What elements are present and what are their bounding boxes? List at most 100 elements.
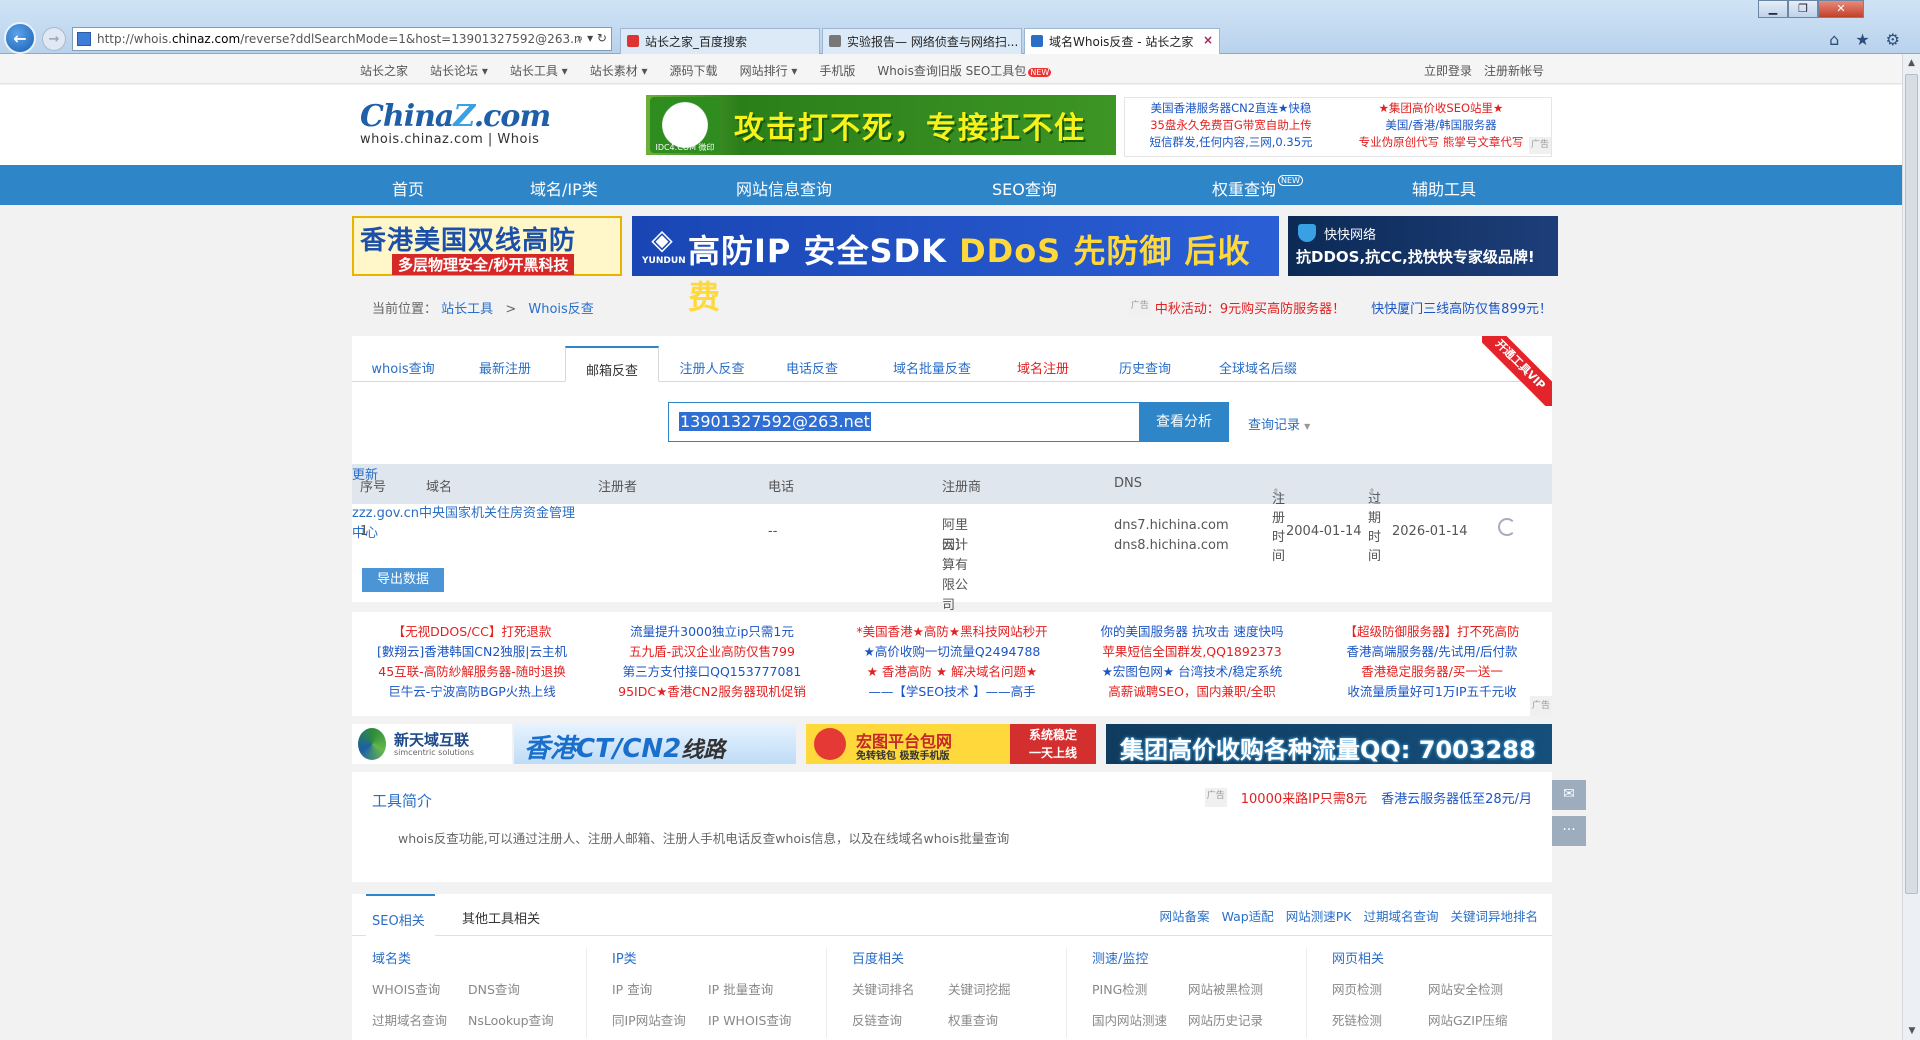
tab-whois-query[interactable]: whois查询	[352, 346, 454, 382]
text-ad-link[interactable]: 35盘永久免费百G带宽自助上传	[1131, 117, 1331, 134]
settings-gear-icon[interactable]: ⚙	[1886, 30, 1900, 49]
text-ad-link[interactable]: 10000来路IP只需8元	[1241, 788, 1367, 807]
quick-link[interactable]: 过期域名查询	[1363, 906, 1438, 925]
tool-link[interactable]: WHOIS查询	[372, 979, 468, 998]
topbar-link[interactable]: 站长之家	[360, 62, 408, 79]
banner-ad-yundun[interactable]: ◈ YUNDUN 高防IP 安全SDK DDoS 先防御 后收费	[632, 216, 1279, 316]
text-ad-link[interactable]: 香港云服务器低至28元/月	[1381, 788, 1532, 807]
address-search-refresh-icons[interactable]: ⌕ ▾ ↻	[577, 31, 607, 46]
tab-close-icon[interactable]: ×	[1203, 33, 1213, 47]
text-ad-link[interactable]: 95IDC★香港CN2服务器现机促销	[592, 682, 832, 702]
tab-email-reverse[interactable]: 邮箱反查	[565, 346, 659, 382]
text-ad-link[interactable]: 第三方支付接口QQ153777081	[592, 662, 832, 682]
tab-batch-reverse[interactable]: 域名批量反查	[872, 346, 992, 382]
logo-ad-simcentric[interactable]: 新天域互联 simcentric solutions	[352, 724, 512, 764]
text-ad-link[interactable]: 45互联-高防紗解服务器-随时退换	[352, 662, 592, 682]
tool-link[interactable]: 国内网站测速	[1092, 1010, 1188, 1029]
scroll-thumb[interactable]	[1905, 74, 1918, 894]
nav-weight[interactable]: 权重查询 NEW	[1212, 175, 1303, 200]
text-ad-link[interactable]: 专业伪原创代写 熊掌号文章代写	[1341, 134, 1541, 151]
search-input[interactable]: 13901327592@263.net	[668, 402, 1141, 442]
text-ad-link[interactable]: 高薪诚聘SEO，国内兼职/全职	[1072, 682, 1312, 702]
text-ad-link[interactable]: ★集团高价收SEO站里★	[1341, 100, 1541, 117]
minimize-button[interactable]: ▁	[1758, 0, 1788, 18]
tool-link[interactable]: PING检测	[1092, 979, 1188, 998]
tool-link[interactable]: 网站GZIP压缩	[1428, 1010, 1528, 1029]
tool-link[interactable]: IP WHOIS查询	[708, 1010, 808, 1029]
refresh-icon[interactable]	[1498, 518, 1516, 536]
tool-link[interactable]: 关键词排名	[852, 979, 948, 998]
tool-link[interactable]: 权重查询	[948, 1010, 1048, 1029]
tool-link[interactable]: 反链查询	[852, 1010, 948, 1029]
feedback-icon[interactable]: ✉	[1552, 780, 1586, 810]
scroll-up-icon[interactable]: ▲	[1903, 54, 1920, 72]
page-scrollbar[interactable]: ▲ ▼	[1902, 54, 1920, 1040]
export-button[interactable]: 导出数据	[362, 568, 444, 592]
quick-link[interactable]: 网站测速PK	[1286, 906, 1352, 925]
tool-link[interactable]: 死链检测	[1332, 1010, 1428, 1029]
tool-link[interactable]: NsLookup查询	[468, 1010, 568, 1029]
text-ad-link[interactable]: 五九盾-武汉企业高防仅售799	[592, 642, 832, 662]
text-ad-link[interactable]: ★高价收购一切流量Q2494788	[832, 642, 1072, 662]
tool-link[interactable]: IP 批量查询	[708, 979, 808, 998]
tab-global-suffix[interactable]: 全球域名后缀	[1196, 346, 1320, 382]
query-history-dropdown[interactable]: 查询记录 ▼	[1248, 414, 1310, 433]
favorites-star-icon[interactable]: ★	[1855, 30, 1869, 49]
row-domain-link[interactable]: zzz.gov.cn	[352, 506, 419, 521]
forward-button[interactable]: →	[42, 27, 66, 51]
tab-registrant-reverse[interactable]: 注册人反查	[660, 346, 764, 382]
text-ad-link[interactable]: ★宏图包网★ 台湾技术/稳定系统	[1072, 662, 1312, 682]
breadcrumb-link[interactable]: Whois反查	[528, 302, 593, 317]
text-ad-link[interactable]: 美国香港服务器CN2直连★快稳	[1131, 100, 1331, 117]
header-banner-ad[interactable]: IDC4.COM 微印 攻击打不死，专接扛不住	[646, 95, 1116, 155]
tool-link[interactable]: 同IP网站查询	[612, 1010, 708, 1029]
close-window-button[interactable]: ✕	[1818, 0, 1864, 18]
nav-home[interactable]: 首页	[392, 176, 424, 200]
tool-link[interactable]: 网页检测	[1332, 979, 1428, 998]
nav-tools[interactable]: 辅助工具	[1412, 176, 1476, 200]
text-ad-link[interactable]: 流量提升3000独立ip只需1元	[592, 622, 832, 642]
tool-link[interactable]: 关键词挖掘	[948, 979, 1048, 998]
quick-link[interactable]: 网站备案	[1160, 906, 1210, 925]
logo-ad-hongtu[interactable]: 宏图平台包网 免转钱包 极致手机版 系统稳定 一天上线	[806, 724, 1096, 764]
text-ad-link[interactable]: 香港高端服务器/先试用/后付款	[1312, 642, 1552, 662]
text-ad-link[interactable]: 苹果短信全国群发,QQ1892373	[1072, 642, 1312, 662]
text-ad-link[interactable]: ★ 香港高防 ★ 解决域名问题★	[832, 662, 1072, 682]
text-ad-link[interactable]: ——【学SEO技术 】——高手	[832, 682, 1072, 702]
browser-tab-report[interactable]: 实验报告— 网络侦查与网络扫...	[822, 28, 1022, 54]
topbar-link[interactable]: 站长论坛 ▾	[430, 62, 488, 79]
text-ad-link[interactable]: 短信群发,任何内容,三网,0.35元	[1131, 134, 1331, 151]
tab-seo-related[interactable]: SEO相关	[366, 894, 435, 936]
nav-domain-ip[interactable]: 域名/IP类	[530, 176, 598, 200]
nav-site-info[interactable]: 网站信息查询	[736, 176, 832, 200]
vip-corner[interactable]: 开通工具VIP	[1482, 336, 1552, 406]
chinaz-logo[interactable]: ChinaZ.com whois.chinaz.com | Whois	[360, 99, 551, 147]
text-ad-link[interactable]: *美国香港★高防★黑科技网站秒开	[832, 622, 1072, 642]
tool-link[interactable]: 网站被黑检测	[1188, 979, 1288, 998]
tab-new-registrations[interactable]: 最新注册	[454, 346, 556, 382]
logo-ad-traffic[interactable]: 集团高价收购各种流量QQ: 7003288	[1106, 724, 1552, 764]
text-ad-link[interactable]: 你的美国服务器 抗攻击 速度快吗	[1072, 622, 1312, 642]
browser-tab-baidu[interactable]: 站长之家_百度搜索	[620, 28, 820, 54]
maximize-button[interactable]: ❐	[1788, 0, 1818, 18]
register-link[interactable]: 注册新帐号	[1484, 62, 1544, 79]
nav-seo[interactable]: SEO查询	[992, 176, 1057, 200]
address-bar[interactable]: http://whois. chinaz.com/reverse?ddlSearc…	[72, 27, 612, 51]
logo-ad-hk-cn2[interactable]: 香港CT/CN2线路	[514, 724, 796, 764]
quick-link[interactable]: Wap适配	[1222, 906, 1274, 925]
tool-link[interactable]: DNS查询	[468, 979, 568, 998]
tool-link[interactable]: 网站安全检测	[1428, 979, 1528, 998]
topbar-link[interactable]: 源码下载	[670, 62, 718, 79]
topbar-link[interactable]: Whois查询旧版 SEO工具包 NEW	[877, 62, 1052, 79]
text-ad-link[interactable]: 美国/香港/韩国服务器	[1341, 117, 1541, 134]
breadcrumb-link[interactable]: 站长工具	[441, 302, 493, 317]
login-link[interactable]: 立即登录	[1424, 62, 1472, 79]
text-ad-link[interactable]: 【无视DDOS/CC】打死退款	[352, 622, 592, 642]
home-icon[interactable]: ⌂	[1829, 30, 1839, 49]
topbar-link[interactable]: 网站排行 ▾	[740, 62, 798, 79]
tab-other-tools[interactable]: 其他工具相关	[462, 894, 540, 936]
banner-ad-kuaikuai[interactable]: 快快网络 抗DDOS,抗CC,找快快专家级品牌!	[1288, 216, 1558, 276]
text-ad-link[interactable]: 收流量质量好可1万IP五千元收	[1312, 682, 1552, 702]
tool-link[interactable]: 网站历史记录	[1188, 1010, 1288, 1029]
banner-ad-hk-us[interactable]: 香港美国双线高防 多层物理安全/秒开黑科技	[352, 216, 622, 276]
